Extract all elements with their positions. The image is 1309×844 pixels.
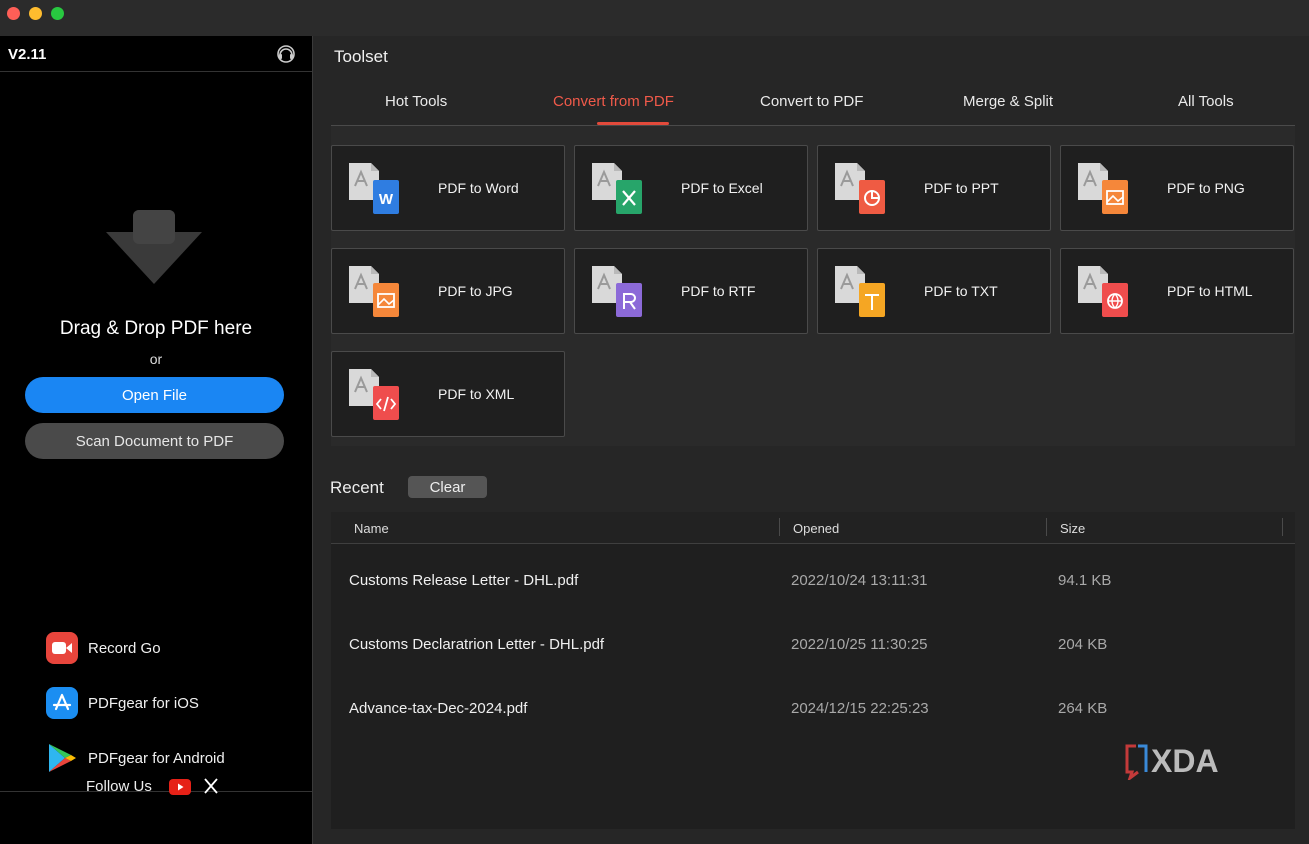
file-size: 204 KB — [1058, 636, 1108, 653]
tools-grid: W PDF to Word PDF to Excel PDF to PPT PD… — [331, 126, 1295, 446]
file-name: Advance-tax-Dec-2024.pdf — [349, 700, 528, 717]
svg-text:W: W — [379, 191, 394, 208]
column-divider[interactable] — [779, 518, 780, 536]
promo-label: PDFgear for Android — [88, 749, 225, 767]
recent-title: Recent — [330, 478, 384, 497]
download-arrow-icon — [106, 210, 202, 284]
table-row[interactable]: Advance-tax-Dec-2024.pdf 2024/12/15 22:2… — [331, 685, 1295, 735]
pdf-to-png-icon — [1078, 163, 1128, 214]
tool-pdf-to-word[interactable]: W PDF to Word — [331, 145, 565, 231]
tool-pdf-to-jpg[interactable]: PDF to JPG — [331, 248, 565, 334]
file-opened: 2022/10/24 13:11:31 — [791, 572, 928, 589]
table-header: Name Opened Size — [331, 512, 1295, 544]
tool-label: PDF to Excel — [681, 180, 763, 196]
drop-zone-text: Drag & Drop PDF here — [59, 318, 253, 339]
pdf-to-xml-icon — [349, 369, 399, 420]
tool-pdf-to-html[interactable]: PDF to HTML — [1060, 248, 1294, 334]
main-panel: Toolset Hot Tools Convert from PDF Conve… — [313, 36, 1309, 844]
file-name: Customs Declaratrion Letter - DHL.pdf — [349, 636, 605, 653]
promo-ios[interactable]: PDFgear for iOS — [46, 686, 199, 720]
minimize-window-button[interactable] — [29, 7, 42, 20]
pdf-to-jpg-icon — [349, 266, 399, 317]
youtube-icon[interactable] — [169, 779, 191, 795]
column-divider[interactable] — [1046, 518, 1047, 536]
file-size: 264 KB — [1058, 700, 1108, 717]
column-header-size[interactable]: Size — [1060, 521, 1085, 536]
pdf-to-rtf-icon — [592, 266, 642, 317]
tool-label: PDF to XML — [438, 386, 515, 402]
active-tab-indicator — [597, 122, 669, 125]
tool-pdf-to-xml[interactable]: PDF to XML — [331, 351, 565, 437]
tool-label: PDF to PPT — [924, 180, 999, 196]
tab-bar: Hot Tools Convert from PDF Convert to PD… — [331, 80, 1295, 126]
record-go-icon — [46, 632, 78, 664]
pdf-to-word-icon: W — [349, 163, 399, 214]
tool-label: PDF to HTML — [1167, 283, 1253, 299]
pdf-to-html-icon — [1078, 266, 1128, 317]
tab-hot-tools[interactable]: Hot Tools — [385, 93, 447, 110]
file-size: 94.1 KB — [1058, 572, 1112, 589]
tool-label: PDF to Word — [438, 180, 519, 196]
or-text: or — [149, 351, 163, 367]
sidebar-divider — [0, 71, 312, 72]
pdf-to-ppt-icon — [835, 163, 885, 214]
app-version: V2.11 — [8, 46, 47, 63]
window-titlebar — [0, 0, 1309, 36]
column-header-name[interactable]: Name — [354, 521, 389, 536]
file-opened: 2022/10/25 11:30:25 — [791, 636, 928, 653]
tool-label: PDF to RTF — [681, 283, 756, 299]
app-store-icon — [46, 687, 78, 719]
promo-label: Record Go — [88, 639, 161, 657]
table-row[interactable]: Customs Release Letter - DHL.pdf 2022/10… — [331, 557, 1295, 607]
watermark-text: XDA — [1151, 743, 1219, 779]
clear-recent-button[interactable]: Clear — [408, 476, 487, 498]
sidebar-divider — [0, 791, 312, 792]
tab-convert-from-pdf[interactable]: Convert from PDF — [553, 93, 674, 110]
promo-android[interactable]: PDFgear for Android — [46, 741, 225, 775]
google-play-icon — [46, 742, 78, 774]
tool-pdf-to-ppt[interactable]: PDF to PPT — [817, 145, 1051, 231]
promo-record-go[interactable]: Record Go — [46, 631, 161, 665]
maximize-window-button[interactable] — [51, 7, 64, 20]
table-row[interactable]: Customs Declaratrion Letter - DHL.pdf 20… — [331, 621, 1295, 671]
close-window-button[interactable] — [7, 7, 20, 20]
scan-document-button[interactable]: Scan Document to PDF — [25, 423, 284, 459]
follow-us-label: Follow Us — [86, 778, 152, 795]
tool-pdf-to-png[interactable]: PDF to PNG — [1060, 145, 1294, 231]
x-twitter-icon[interactable] — [204, 778, 218, 794]
column-divider[interactable] — [1282, 518, 1283, 536]
pdf-to-txt-icon — [835, 266, 885, 317]
sidebar: V2.11 Drag & Drop PDF here or Open File … — [0, 36, 313, 844]
file-opened: 2024/12/15 22:25:23 — [791, 700, 929, 717]
toolset-title: Toolset — [334, 47, 388, 66]
pdf-to-excel-icon — [592, 163, 642, 214]
file-name: Customs Release Letter - DHL.pdf — [349, 572, 579, 589]
tab-all-tools[interactable]: All Tools — [1178, 93, 1234, 110]
tool-label: PDF to PNG — [1167, 180, 1245, 196]
support-headset-icon[interactable] — [276, 44, 296, 64]
open-file-button[interactable]: Open File — [25, 377, 284, 413]
tool-label: PDF to JPG — [438, 283, 513, 299]
tool-pdf-to-excel[interactable]: PDF to Excel — [574, 145, 808, 231]
column-header-opened[interactable]: Opened — [793, 521, 839, 536]
tool-pdf-to-rtf[interactable]: PDF to RTF — [574, 248, 808, 334]
recent-files-table: Name Opened Size Customs Release Letter … — [331, 512, 1295, 829]
promo-label: PDFgear for iOS — [88, 694, 199, 712]
xda-watermark-logo: XDA — [1125, 743, 1219, 780]
tab-merge-split[interactable]: Merge & Split — [963, 93, 1053, 110]
tool-pdf-to-txt[interactable]: PDF to TXT — [817, 248, 1051, 334]
tool-label: PDF to TXT — [924, 283, 998, 299]
tab-convert-to-pdf[interactable]: Convert to PDF — [760, 93, 863, 110]
